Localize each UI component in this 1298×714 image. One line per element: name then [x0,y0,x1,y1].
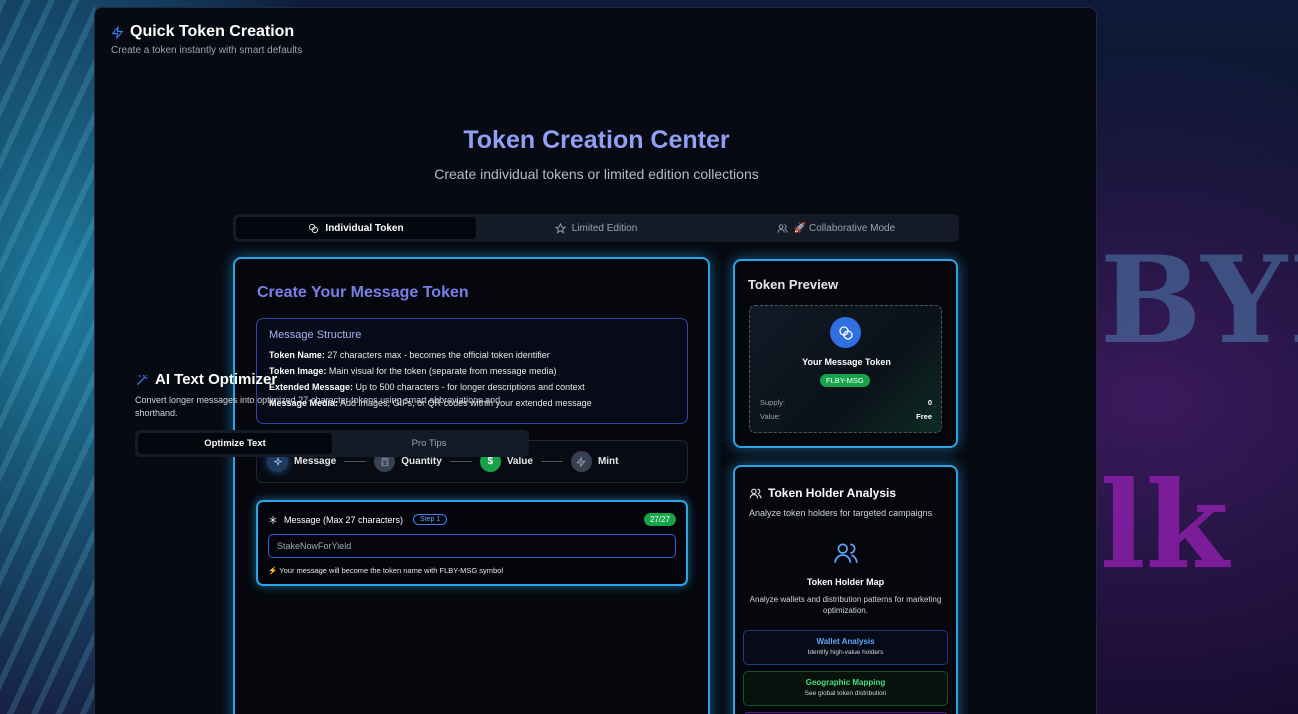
step-divider [344,461,367,462]
tab-collaborative-mode[interactable]: 🚀 Collaborative Mode [716,217,956,239]
holder-analysis-title: Token Holder Analysis [749,486,896,500]
tab-limited-edition[interactable]: Limited Edition [476,217,716,239]
holder-analysis-subtitle: Analyze token holders for targeted campa… [749,508,933,518]
message-label: Message (Max 27 characters) Step 1 [268,514,448,525]
background-art-text: lk [1100,455,1229,596]
coins-icon [309,223,319,233]
tab-individual-token[interactable]: Individual Token [236,217,476,239]
users-icon [834,543,858,563]
tab-optimize-text[interactable]: Optimize Text [138,433,332,454]
bolt-icon [570,451,592,472]
tab-label: Individual Token [325,222,404,234]
tab-label: Limited Edition [571,222,638,234]
message-hint: ⚡ Your message will become the token nam… [268,566,504,575]
page-title: Token Creation Center [463,126,730,154]
tab-label: 🚀 Collaborative Mode [793,222,896,234]
preview-value-row: Value: Free [760,412,932,421]
main-panel: Quick Token Creation Create a token inst… [94,7,1097,714]
message-structure-heading: Message Structure [269,329,362,341]
mode-tabs: Individual Token Limited Edition 🚀 Colla… [233,214,959,242]
preview-supply-row: Supply: 0 [760,398,932,407]
structure-row: Token Name: 27 characters max - becomes … [269,350,550,360]
geographic-mapping-button[interactable]: Geographic Mapping See global token dist… [743,671,948,706]
users-icon [749,488,762,498]
holder-map-title: Token Holder Map [806,577,885,587]
step-badge: Step 1 [413,514,448,525]
bolt-icon [111,25,124,39]
preview-symbol-badge: FLBY-MSG [820,374,870,387]
token-preview-visual: Your Message Token FLBY-MSG Supply: 0 Val… [749,305,942,433]
create-token-card: Create Your Message Token Message Struct… [233,257,710,714]
ai-optimizer-description: Convert longer messages into optimized 2… [135,395,501,418]
create-token-title: Create Your Message Token [257,284,469,301]
magic-wand-icon [136,374,148,385]
panel-title: Quick Token Creation [130,23,295,40]
coins-icon [830,317,861,348]
sparkle-icon [269,515,277,524]
page-subtitle: Create individual tokens or limited edit… [434,166,759,182]
token-preview-title: Token Preview [748,277,839,292]
background-art [0,0,95,714]
token-preview-card: Token Preview Your Message Token FLBY-MS… [733,259,958,448]
ai-optimizer-title: AI Text Optimizer [135,371,535,388]
message-field-card: Message (Max 27 characters) Step 1 27/27… [256,500,688,586]
step-divider [540,461,563,462]
panel-subtitle: Create a token instantly with smart defa… [111,45,303,56]
ai-optimizer-tabs: Optimize Text Pro Tips [135,430,529,457]
background-art-text: BYI [1100,230,1298,371]
preview-token-name: Your Message Token [802,357,891,367]
holder-map-description: Analyze wallets and distribution pattern… [749,595,942,615]
message-input[interactable]: StakeNowForYield [268,534,676,558]
panel-header: Quick Token Creation [111,23,294,41]
wallet-analysis-button[interactable]: Wallet Analysis Identify high-value hold… [743,630,948,665]
star-icon [554,222,566,234]
ai-optimizer-section: AI Text Optimizer Convert longer message… [135,371,535,457]
character-count-badge: 27/27 [643,513,676,526]
step-divider [449,461,472,462]
token-holder-analysis-card: Token Holder Analysis Analyze token hold… [733,465,958,714]
step-mint[interactable]: Mint [570,451,619,472]
users-icon [777,223,788,233]
tab-pro-tips[interactable]: Pro Tips [332,433,526,454]
